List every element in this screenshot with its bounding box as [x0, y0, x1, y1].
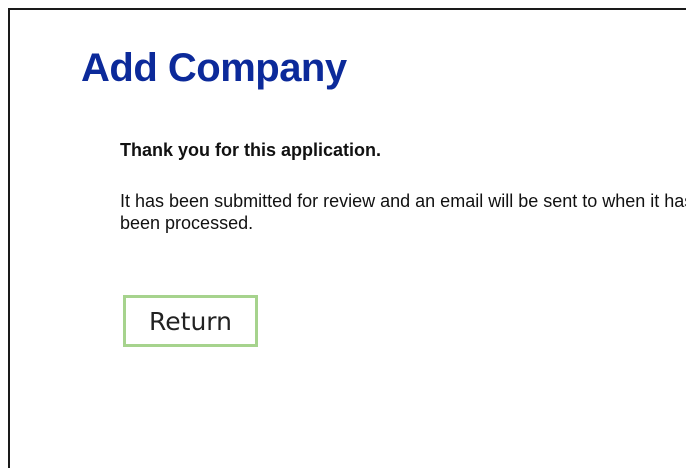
content-panel: Add Company Thank you for this applicati… [8, 8, 686, 468]
page-title: Add Company [81, 46, 347, 90]
return-button[interactable]: Return [123, 295, 258, 347]
confirmation-message: It has been submitted for review and an … [120, 191, 686, 233]
confirmation-heading: Thank you for this application. [120, 140, 382, 160]
